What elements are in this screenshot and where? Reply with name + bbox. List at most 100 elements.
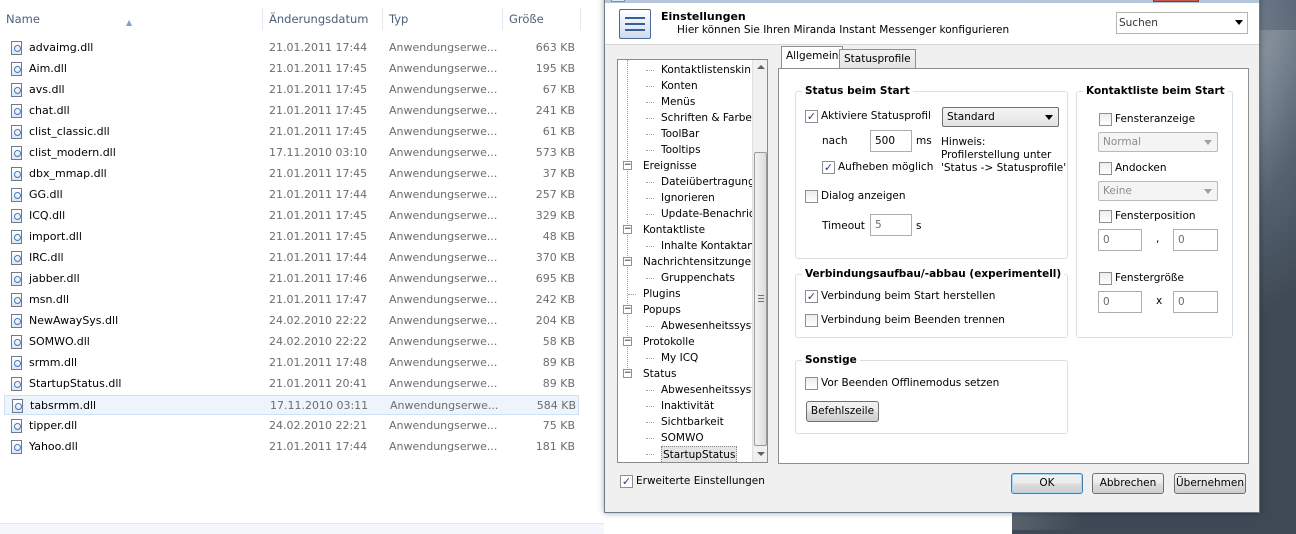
tree-item[interactable]: − Popups [618,302,752,318]
collapse-icon[interactable]: − [623,257,632,266]
tree-item[interactable]: StartupStatus [618,446,752,462]
file-type: Anwendungserwe... [389,419,498,432]
settings-title: Einstellungen [661,10,746,23]
tree-item[interactable]: Abwesenheitssystem [618,382,767,398]
column-header-type[interactable]: Typ [383,8,503,30]
size-height-input[interactable]: 0 [1173,291,1218,313]
tree-item[interactable]: Inhalte Kontaktanzeige [618,238,767,254]
chevron-down-icon [1045,115,1053,120]
collapse-icon[interactable]: − [623,225,632,234]
collapse-icon[interactable]: − [623,161,632,170]
offline-on-exit-checkbox[interactable] [805,377,818,390]
column-header-date[interactable]: Änderungsdatum [263,8,383,30]
collapse-icon[interactable]: − [623,369,632,378]
tree-item[interactable]: − Kontaktliste [618,222,752,238]
tree-item[interactable]: Tooltips [618,142,752,158]
profile-select[interactable]: Standard [942,107,1059,127]
file-row[interactable]: clist_classic.dll 21.01.2011 17:45 Anwendu… [4,122,579,142]
tree-item[interactable]: Inaktivität [618,398,752,414]
dialog-checkbox[interactable] [805,190,818,203]
tree-item[interactable]: Menüs [618,94,752,110]
position-y-input[interactable]: 0 [1173,229,1218,251]
tree-item[interactable]: My ICQ [618,350,752,366]
tree-item[interactable]: Konten [618,78,752,94]
tree-item[interactable]: Ignorieren [618,190,752,206]
override-checkbox[interactable]: ✓ [822,161,835,174]
scroll-up-icon[interactable] [757,65,765,69]
tree-scrollbar[interactable] [752,60,767,462]
file-row[interactable]: advaimg.dll 21.01.2011 17:44 Anwendungserw… [4,38,579,58]
collapse-icon[interactable]: − [623,305,632,314]
tree-item[interactable]: Abwesenheitssystem [618,318,767,334]
scroll-thumb[interactable] [754,152,767,446]
file-name: NewAwaySys.dll [29,314,119,327]
file-row[interactable]: Aim.dll 21.01.2011 17:45 Anwendungserwe...… [4,59,579,79]
tab-allgemein[interactable]: Allgemein [781,46,844,69]
docked-select[interactable]: Keine [1098,181,1218,201]
file-row[interactable]: NewAwaySys.dll 24.02.2010 22:22 Anwendungs… [4,311,579,331]
window-state-checkbox[interactable] [1099,113,1112,126]
tree-item[interactable]: Plugins [618,286,752,302]
file-row[interactable]: GG.dll 21.01.2011 17:44 Anwendungserwe... 2… [4,185,579,205]
dll-file-icon [11,440,22,454]
tree-item[interactable]: Gruppenchats [618,270,752,286]
tree-connector [646,246,654,247]
close-button[interactable] [1153,0,1199,2]
timeout-input[interactable]: 5 [870,214,912,236]
file-row[interactable]: SOMWO.dll 24.02.2010 22:22 Anwendungserwe.… [4,332,579,352]
file-row[interactable]: tabsrmm.dll 17.11.2010 03:11 Anwendungserw… [4,395,579,415]
cancel-button[interactable]: Abbrechen [1092,473,1164,494]
file-row[interactable]: Yahoo.dll 21.01.2011 17:44 Anwendungserwe.… [4,437,579,457]
tree-item[interactable]: − Ereignisse [618,158,752,174]
column-date-label: Änderungsdatum [269,12,369,26]
file-row[interactable]: StartupStatus.dll 21.01.2011 20:41 Anwendu… [4,374,579,394]
collapse-icon[interactable]: − [623,337,632,346]
size-width-input[interactable]: 0 [1098,291,1142,313]
expert-settings-checkbox[interactable]: ✓ [620,475,633,488]
window-icon[interactable] [611,0,625,2]
file-row[interactable]: msn.dll 21.01.2011 17:47 Anwendungserwe...… [4,290,579,310]
tree-item[interactable]: − Status [618,366,752,382]
tree-item-label: Konten [661,80,698,92]
file-row[interactable]: jabber.dll 21.01.2011 17:46 Anwendungserwe… [4,269,579,289]
tree-item[interactable]: Schriften & Farben [618,110,759,126]
apply-button[interactable]: Übernehmen [1174,473,1246,494]
size-checkbox[interactable] [1099,272,1112,285]
file-row[interactable]: tipper.dll 24.02.2010 22:21 Anwendungserwe… [4,416,579,436]
tree-item[interactable]: ToolBar [618,126,752,142]
column-header-size[interactable]: Größe [503,8,581,30]
file-row[interactable]: clist_modern.dll 17.11.2010 03:10 Anwendun… [4,143,579,163]
connect-on-start-checkbox[interactable]: ✓ [805,290,818,303]
settings-tree[interactable]: Kontaktlistenskin Konten Menüs Schriften & … [617,59,768,463]
tab-statusprofile[interactable]: Statusprofile [839,49,916,69]
command-line-button[interactable]: Befehlszeile [806,401,879,422]
tree-item[interactable]: − Nachrichtensitzungen [618,254,758,270]
file-row[interactable]: dbx_mmap.dll 21.01.2011 17:45 Anwendungser… [4,164,579,184]
tree-item[interactable]: SOMWO [618,430,752,446]
position-x-value: 0 [1103,234,1110,246]
window-state-select[interactable]: Normal [1098,132,1218,152]
disconnect-on-exit-checkbox[interactable] [805,314,818,327]
search-combo[interactable]: Suchen [1116,12,1248,34]
scroll-down-icon[interactable] [757,452,765,456]
activate-profile-checkbox[interactable]: ✓ [805,110,818,123]
file-row[interactable]: IRC.dll 21.01.2011 17:44 Anwendungserwe...… [4,248,579,268]
file-row[interactable]: ICQ.dll 21.01.2011 17:45 Anwendungserwe...… [4,206,579,226]
file-size: 242 KB [535,293,575,306]
position-checkbox[interactable] [1099,210,1112,223]
tree-item[interactable]: Kontaktlistenskin [618,62,752,78]
tree-item[interactable]: Update-Benachrichtigung [618,206,767,222]
tree-item[interactable]: Sichtbarkeit [618,414,752,430]
ok-button[interactable]: OK [1011,473,1083,494]
file-row[interactable]: chat.dll 21.01.2011 17:45 Anwendungserwe..… [4,101,579,121]
file-row[interactable]: srmm.dll 21.01.2011 17:48 Anwendungserwe..… [4,353,579,373]
position-x-input[interactable]: 0 [1098,229,1142,251]
position-label: Fensterposition [1115,210,1196,222]
delay-input[interactable]: 500 [870,130,912,152]
file-row[interactable]: import.dll 21.01.2011 17:45 Anwendungserwe… [4,227,579,247]
tree-item[interactable]: Dateiübertragungen [618,174,767,190]
file-row[interactable]: avs.dll 21.01.2011 17:45 Anwendungserwe...… [4,80,579,100]
column-header-name[interactable]: Name ▲ [0,8,263,30]
tree-item[interactable]: − Protokolle [618,334,752,350]
docked-checkbox[interactable] [1099,162,1112,175]
